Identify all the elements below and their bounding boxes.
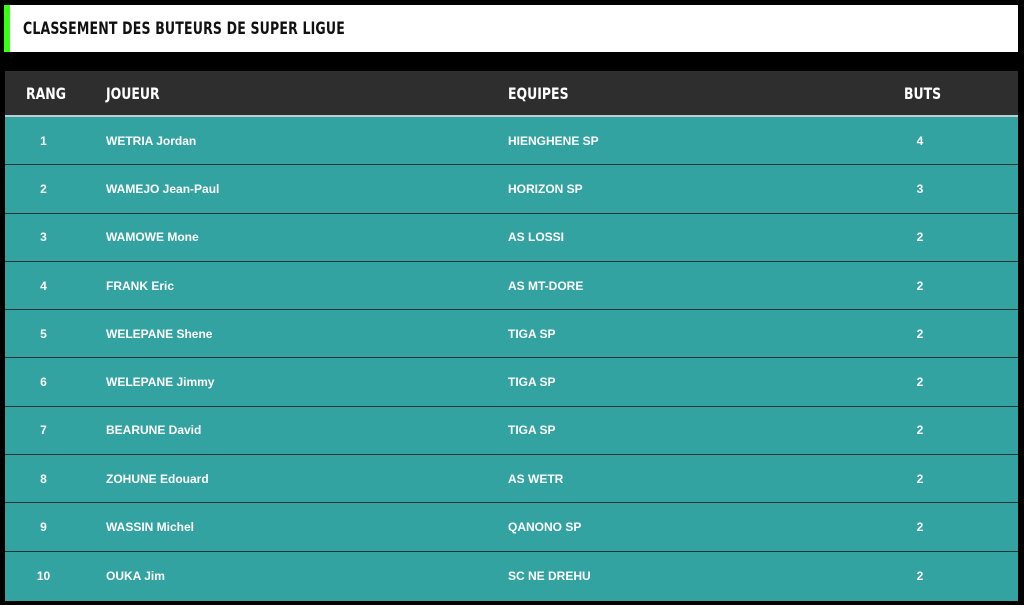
- rank-cell: 4: [40, 278, 47, 293]
- player-cell: WELEPANE Jimmy: [106, 375, 215, 390]
- table-row: 8 ZOHUNE Edouard AS WETR 2: [5, 455, 1018, 504]
- rank-cell: 7: [40, 423, 47, 438]
- rank-cell: 6: [40, 375, 47, 390]
- team-cell: AS MT-DORE: [508, 278, 584, 293]
- page-title-bar: CLASSEMENT DES BUTEURS DE SUPER LIGUE: [4, 5, 1018, 52]
- player-cell: FRANK Eric: [106, 278, 175, 293]
- rank-cell: 8: [40, 471, 47, 486]
- team-cell: TIGA SP: [508, 375, 556, 390]
- player-cell: WASSIN Michel: [106, 520, 195, 535]
- player-cell: OUKA Jim: [106, 568, 165, 583]
- goals-cell: 2: [916, 326, 924, 341]
- player-cell: ZOHUNE Edouard: [106, 471, 209, 486]
- rank-cell: 2: [40, 181, 47, 196]
- goals-cell: 2: [916, 568, 924, 583]
- table-row: 5 WELEPANE Shene TIGA SP 2: [5, 310, 1018, 359]
- goals-cell: 3: [916, 181, 924, 196]
- team-cell: AS WETR: [508, 471, 564, 486]
- team-cell: QANONO SP: [508, 520, 582, 535]
- goals-cell: 2: [916, 375, 924, 390]
- rank-cell: 10: [36, 568, 51, 583]
- goals-cell: 2: [916, 520, 924, 535]
- column-header-team: EQUIPES: [508, 84, 569, 103]
- table-row: 9 WASSIN Michel QANONO SP 2: [5, 503, 1018, 552]
- table-row: 10 OUKA Jim SC NE DREHU 2: [5, 552, 1018, 600]
- table-row: 6 WELEPANE Jimmy TIGA SP 2: [5, 358, 1018, 407]
- player-cell: WAMEJO Jean-Paul: [106, 181, 220, 196]
- table-row: 4 FRANK Eric AS MT-DORE 2: [5, 262, 1018, 311]
- player-cell: WAMOWE Mone: [106, 230, 199, 245]
- goals-cell: 4: [916, 133, 924, 148]
- goals-cell: 2: [916, 423, 924, 438]
- goals-cell: 2: [916, 230, 924, 245]
- goals-cell: 2: [916, 471, 924, 486]
- table-row: 1 WETRIA Jordan HIENGHENE SP 4: [5, 117, 1018, 166]
- column-header-rank: RANG: [26, 84, 66, 103]
- table-row: 7 BEARUNE David TIGA SP 2: [5, 407, 1018, 456]
- team-cell: TIGA SP: [508, 326, 556, 341]
- column-header-goals: BUTS: [904, 84, 942, 103]
- table-row: 3 WAMOWE Mone AS LOSSI 2: [5, 214, 1018, 262]
- rank-cell: 5: [40, 326, 47, 341]
- player-cell: BEARUNE David: [106, 423, 202, 438]
- team-cell: SC NE DREHU: [508, 568, 591, 583]
- team-cell: AS LOSSI: [508, 230, 565, 245]
- rank-cell: 9: [40, 520, 47, 535]
- page-title: CLASSEMENT DES BUTEURS DE SUPER LIGUE: [23, 18, 345, 39]
- team-cell: HORIZON SP: [508, 181, 583, 196]
- table-body: 1 WETRIA Jordan HIENGHENE SP 4 2 WAMEJO …: [5, 117, 1018, 600]
- table-row: 2 WAMEJO Jean-Paul HORIZON SP 3: [5, 165, 1018, 214]
- team-cell: TIGA SP: [508, 423, 556, 438]
- rank-cell: 3: [40, 230, 47, 245]
- scorers-table: RANG JOUEUR EQUIPES BUTS 1 WETRIA Jordan…: [5, 71, 1018, 601]
- column-header-player: JOUEUR: [106, 84, 160, 103]
- player-cell: WETRIA Jordan: [106, 133, 197, 148]
- rank-cell: 1: [40, 133, 47, 148]
- team-cell: HIENGHENE SP: [508, 133, 599, 148]
- goals-cell: 2: [916, 278, 924, 293]
- player-cell: WELEPANE Shene: [106, 326, 213, 341]
- table-header: RANG JOUEUR EQUIPES BUTS: [5, 71, 1018, 117]
